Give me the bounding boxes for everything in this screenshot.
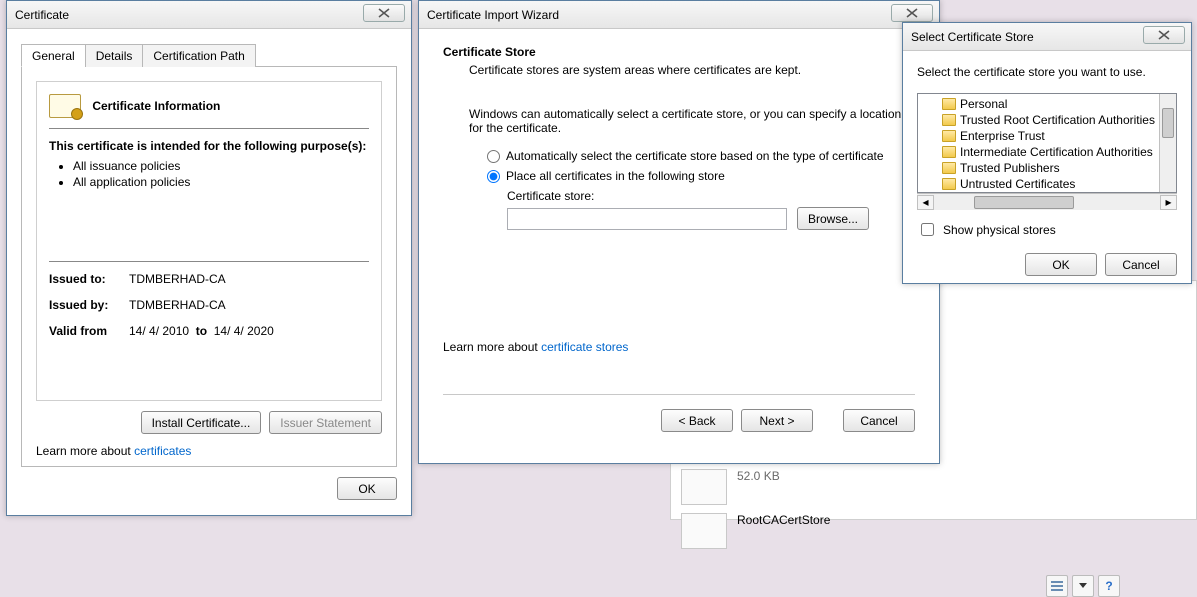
help-icon[interactable]: ? xyxy=(1098,575,1120,597)
issuer-statement-button: Issuer Statement xyxy=(269,411,382,434)
window-title: Certificate xyxy=(15,8,69,22)
tree-item: Intermediate Certification Authorities xyxy=(918,144,1176,160)
tree-item: Personal xyxy=(918,96,1176,112)
file-thumbnail-icon xyxy=(681,469,727,505)
folder-icon xyxy=(942,114,956,126)
select-store-dialog: Select Certificate Store Select the cert… xyxy=(902,22,1192,284)
file-name: RootCACertStore xyxy=(737,513,830,527)
show-physical-stores-checkbox[interactable]: Show physical stores xyxy=(917,220,1177,239)
cancel-button[interactable]: Cancel xyxy=(843,409,915,432)
store-tree[interactable]: Personal Trusted Root Certification Auth… xyxy=(917,93,1177,193)
certificates-link[interactable]: certificates xyxy=(134,444,191,458)
issued-to-value: TDMBERHAD-CA xyxy=(129,272,226,286)
close-button[interactable] xyxy=(891,4,933,22)
certificate-store-input[interactable] xyxy=(507,208,787,230)
wizard-explain: Windows can automatically select a certi… xyxy=(469,107,915,135)
import-wizard-dialog: Certificate Import Wizard Certificate St… xyxy=(418,0,940,464)
tabstrip: General Details Certification Path xyxy=(21,43,397,67)
view-dropdown-icon[interactable] xyxy=(1072,575,1094,597)
issued-to-label: Issued to: xyxy=(49,272,129,286)
tab-details[interactable]: Details xyxy=(85,44,144,67)
scroll-left-icon[interactable]: ◂ xyxy=(917,195,934,210)
purpose-item: All application policies xyxy=(73,175,369,189)
learn-more-prefix: Learn more about xyxy=(443,340,541,354)
folder-icon xyxy=(942,146,956,158)
instruction-text: Select the certificate store you want to… xyxy=(917,65,1177,79)
titlebar: Certificate xyxy=(7,1,411,29)
view-list-icon[interactable] xyxy=(1046,575,1068,597)
folder-icon xyxy=(942,98,956,110)
tree-item: Enterprise Trust xyxy=(918,128,1176,144)
browse-button[interactable]: Browse... xyxy=(797,207,869,230)
titlebar: Certificate Import Wizard xyxy=(419,1,939,29)
vertical-scrollbar[interactable] xyxy=(1159,94,1176,192)
tree-item: Trusted Root Certification Authorities xyxy=(918,112,1176,128)
close-button[interactable] xyxy=(1143,26,1185,44)
cert-info-heading: Certificate Information xyxy=(92,99,220,113)
issued-by-label: Issued by: xyxy=(49,298,129,312)
radio-auto-select[interactable]: Automatically select the certificate sto… xyxy=(487,149,915,163)
section-desc: Certificate stores are system areas wher… xyxy=(443,63,915,77)
file-thumbnail-icon xyxy=(681,513,727,549)
tab-certification-path[interactable]: Certification Path xyxy=(142,44,255,67)
file-item[interactable]: 52.0 KB xyxy=(681,469,1186,505)
learn-more-prefix: Learn more about xyxy=(36,444,134,458)
window-title: Certificate Import Wizard xyxy=(427,8,559,22)
back-button[interactable]: < Back xyxy=(661,409,733,432)
certificate-dialog: Certificate General Details Certificatio… xyxy=(6,0,412,516)
file-item[interactable]: RootCACertStore xyxy=(681,513,1186,549)
section-title: Certificate Store xyxy=(443,45,915,59)
valid-from-label: Valid from xyxy=(49,324,129,338)
explorer-view-toolbar: ? xyxy=(1046,575,1120,597)
purpose-list: All issuance policies All application po… xyxy=(73,159,369,189)
tree-item: Untrusted Certificates xyxy=(918,176,1176,192)
install-certificate-button[interactable]: Install Certificate... xyxy=(141,411,262,434)
purpose-item: All issuance policies xyxy=(73,159,369,173)
titlebar: Select Certificate Store xyxy=(903,23,1191,51)
next-button[interactable]: Next > xyxy=(741,409,813,432)
radio-place-all[interactable]: Place all certificates in the following … xyxy=(487,169,915,183)
issued-by-value: TDMBERHAD-CA xyxy=(129,298,226,312)
purpose-heading: This certificate is intended for the fol… xyxy=(49,139,369,153)
file-size: 52.0 KB xyxy=(737,469,780,483)
ok-button[interactable]: OK xyxy=(1025,253,1097,276)
close-button[interactable] xyxy=(363,4,405,22)
folder-icon xyxy=(942,130,956,142)
scroll-right-icon[interactable]: ▸ xyxy=(1160,195,1177,210)
folder-icon xyxy=(942,162,956,174)
certificate-icon xyxy=(49,94,81,118)
tab-general[interactable]: General xyxy=(21,44,86,67)
certificate-stores-link[interactable]: certificate stores xyxy=(541,340,628,354)
valid-to-label: to xyxy=(196,324,207,338)
store-label: Certificate store: xyxy=(507,189,915,203)
cancel-button[interactable]: Cancel xyxy=(1105,253,1177,276)
valid-to-value: 14/ 4/ 2020 xyxy=(214,324,274,338)
window-title: Select Certificate Store xyxy=(911,30,1034,44)
tree-item: Trusted Publishers xyxy=(918,160,1176,176)
folder-icon xyxy=(942,178,956,190)
ok-button[interactable]: OK xyxy=(337,477,397,500)
horizontal-scrollbar[interactable]: ◂ ▸ xyxy=(917,193,1177,210)
valid-from-value: 14/ 4/ 2010 xyxy=(129,324,189,338)
